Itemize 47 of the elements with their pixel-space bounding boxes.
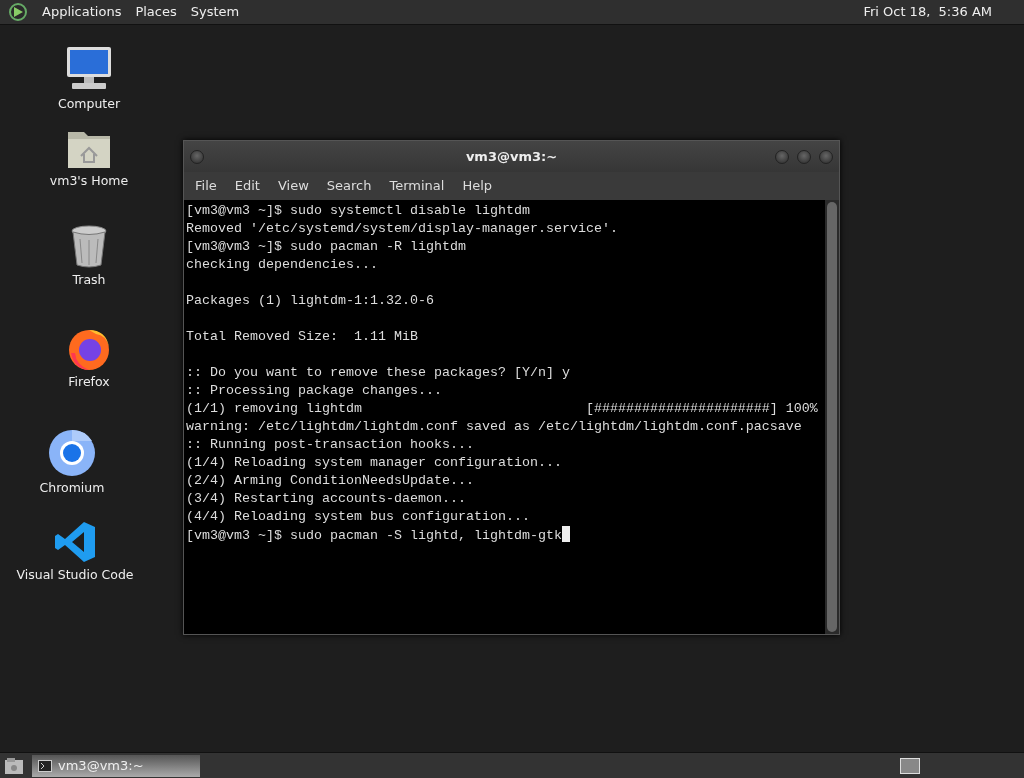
- icon-label[interactable]: vm3's Home: [49, 172, 129, 191]
- terminal-line: [vm3@vm3 ~]$ sudo pacman -R lightdm: [186, 239, 466, 254]
- terminal-line: [vm3@vm3 ~]$ sudo systemctl disable lightdm: [186, 203, 530, 218]
- icon-label[interactable]: Computer: [57, 95, 121, 114]
- terminal-line: (3/4) Restarting accounts-daemon...: [186, 491, 466, 506]
- menu-item[interactable]: Terminal: [380, 176, 454, 196]
- icon-label[interactable]: Chromium: [39, 479, 105, 498]
- panel-menu[interactable]: Places: [135, 2, 177, 22]
- terminal-icon: [38, 759, 52, 772]
- maximize-button[interactable]: [797, 149, 811, 164]
- terminal-line: (4/4) Reloading system bus configuration...: [186, 509, 530, 524]
- terminal-line: :: Processing package changes...: [186, 383, 442, 398]
- text-cursor: [561, 526, 570, 542]
- chromium-icon[interactable]: [48, 429, 96, 477]
- window-menu-button[interactable]: [190, 149, 204, 164]
- icon-label[interactable]: Visual Studio Code: [16, 566, 134, 585]
- menu-item[interactable]: Search: [317, 176, 381, 196]
- menu-item[interactable]: File: [186, 176, 226, 196]
- code-editor-icon[interactable]: [53, 520, 97, 564]
- terminal-line: (1/1) removing lightdm [######################] 100%: [186, 401, 818, 416]
- trash-icon[interactable]: [70, 225, 108, 269]
- terminal-line: Packages (1) lightdm-1:1.32.0-6: [186, 293, 434, 308]
- minimize-button[interactable]: [775, 149, 789, 164]
- terminal-line: :: Running post-transaction hooks...: [186, 437, 474, 452]
- panel-menu[interactable]: System: [190, 2, 240, 22]
- panel-menu[interactable]: Applications: [42, 2, 122, 22]
- scrollbar-thumb[interactable]: [827, 202, 837, 632]
- workspace-switcher[interactable]: [900, 757, 920, 774]
- clock: Fri Oct 18, 5:36 AM: [863, 3, 992, 22]
- taskbar-button[interactable]: vm3@vm3:~: [32, 754, 200, 777]
- terminal-line: [vm3@vm3 ~]$ sudo pacman -S lightd, lightdm-gtk: [186, 528, 562, 543]
- terminal-line: :: Do you want to remove these packages? [Y/n] y: [186, 365, 570, 380]
- terminal-line: warning: /etc/lightdm/lightdm.conf saved as /etc/lightdm/lightdm.conf.pacsave: [186, 419, 802, 434]
- icon-label[interactable]: Firefox: [68, 373, 110, 392]
- menu-logo-icon[interactable]: [8, 2, 28, 22]
- menu-item[interactable]: Help: [453, 176, 502, 196]
- menu-item[interactable]: Edit: [225, 176, 269, 196]
- terminal-line: Total Removed Size: 1.11 MiB: [186, 329, 418, 344]
- icon-label[interactable]: Trash: [72, 271, 106, 290]
- window-title: vm3@vm3:~: [465, 147, 558, 166]
- menu-item[interactable]: View: [268, 176, 318, 196]
- terminal-line: (1/4) Reloading system manager configuration...: [186, 455, 562, 470]
- terminal-line: (2/4) Arming ConditionNeedsUpdate...: [186, 473, 474, 488]
- terminal-line: checking dependencies...: [186, 257, 378, 272]
- show-desktop-icon[interactable]: [4, 756, 24, 775]
- terminal-line: Removed '/etc/systemd/system/display-manager.service'.: [186, 221, 618, 236]
- close-button[interactable]: [819, 149, 833, 164]
